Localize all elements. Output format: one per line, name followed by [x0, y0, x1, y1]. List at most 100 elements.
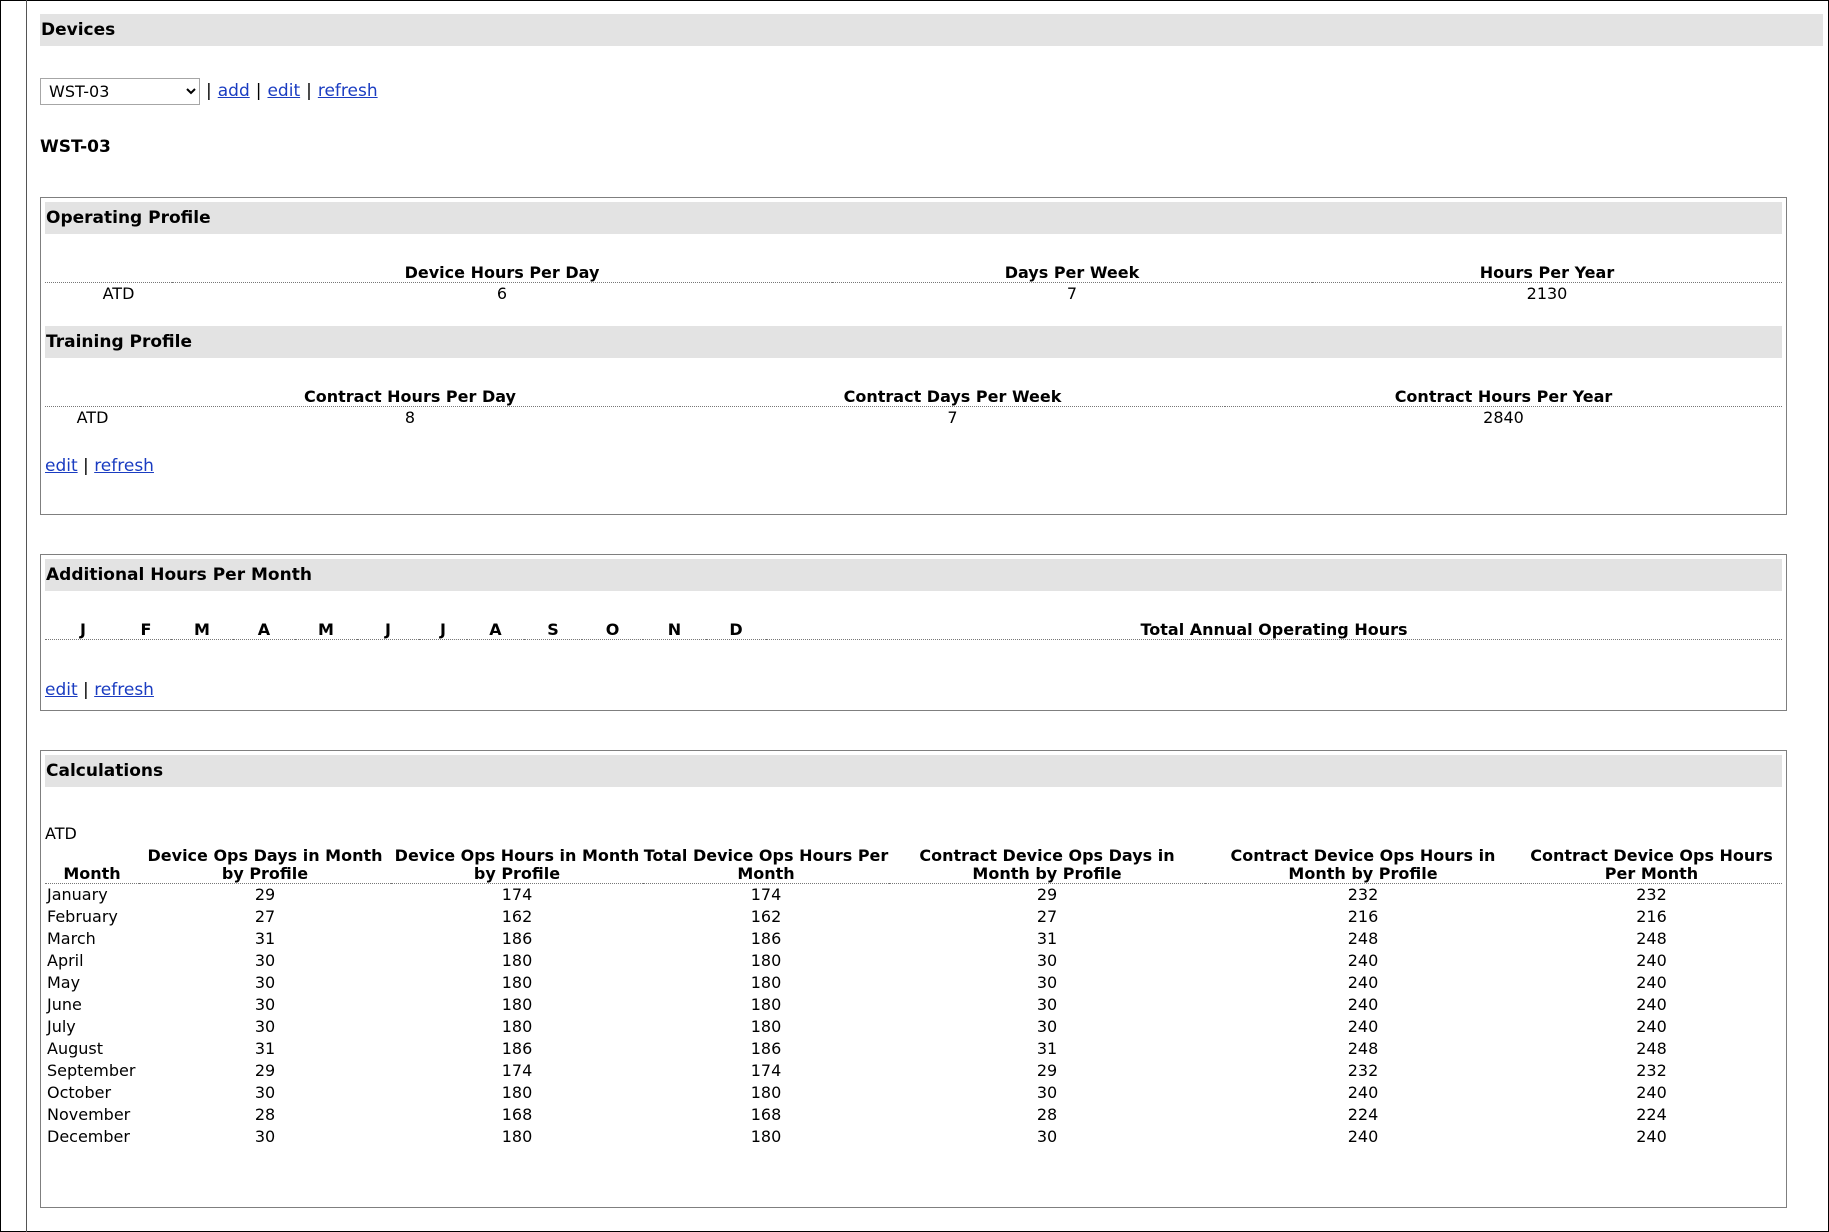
- value-cell: 30: [254, 951, 276, 970]
- month-cell: January: [47, 885, 108, 904]
- value-cell: 31: [1036, 929, 1058, 948]
- value-cell: 180: [750, 995, 782, 1014]
- value-cell: 168: [501, 1105, 533, 1124]
- operating-profile-header: Operating Profile: [45, 202, 1782, 234]
- calculations-header: Calculations: [45, 755, 1782, 787]
- value-cell: 186: [501, 929, 533, 948]
- value-cell: 30: [254, 973, 276, 992]
- value-cell: 174: [501, 885, 533, 904]
- calculations-title: Calculations: [46, 761, 164, 781]
- table-row: March 31 186 186 31 248 248: [45, 928, 1782, 950]
- refresh-additional-hours-link[interactable]: refresh: [94, 680, 154, 700]
- month-cell: September: [47, 1061, 136, 1080]
- value-cell: 174: [501, 1061, 533, 1080]
- value-cell: 174: [750, 885, 782, 904]
- devices-header: Devices: [40, 14, 1823, 46]
- column-header: Contract Device Ops Hours in Month by Pr…: [1205, 847, 1521, 884]
- table-cell: 7: [947, 408, 958, 427]
- value-cell: 216: [1347, 907, 1379, 926]
- table-row: January 29 174 174 29 232 232: [45, 884, 1782, 907]
- value-cell: 31: [1036, 1039, 1058, 1058]
- month-cell: June: [47, 995, 82, 1014]
- refresh-devices-link[interactable]: refresh: [318, 81, 378, 101]
- additional-hours-header: Additional Hours Per Month: [45, 559, 1782, 591]
- table-cell: 2840: [1483, 408, 1524, 427]
- value-cell: 240: [1347, 951, 1379, 970]
- column-header: Contract Hours Per Day: [140, 388, 680, 407]
- left-divider: [26, 0, 27, 1232]
- value-cell: 180: [750, 951, 782, 970]
- value-cell: 30: [1036, 1127, 1058, 1146]
- value-cell: 180: [501, 995, 533, 1014]
- value-cell: 240: [1636, 1083, 1667, 1102]
- month-header: S: [524, 621, 582, 640]
- value-cell: 232: [1347, 1061, 1379, 1080]
- edit-profile-link[interactable]: edit: [45, 456, 78, 476]
- additional-hours-title: Additional Hours Per Month: [46, 565, 312, 585]
- value-cell: 180: [750, 1083, 782, 1102]
- value-cell: 248: [1347, 929, 1379, 948]
- table-row: ATD 6 7 2130: [45, 283, 1782, 306]
- value-cell: 28: [254, 1105, 276, 1124]
- table-cell: 8: [404, 408, 416, 427]
- table-row: May 30 180 180 30 240 240: [45, 972, 1782, 994]
- value-cell: 27: [254, 907, 276, 926]
- main-content: Devices WST-03 | add | edit | refresh WS…: [40, 14, 1823, 1208]
- value-cell: 29: [1036, 1061, 1058, 1080]
- total-annual-header: Total Annual Operating Hours: [766, 621, 1782, 640]
- training-profile-table: Contract Hours Per Day Contract Days Per…: [45, 388, 1782, 429]
- table-row: April 30 180 180 30 240 240: [45, 950, 1782, 972]
- value-cell: 28: [1036, 1105, 1058, 1124]
- add-device-link[interactable]: add: [218, 81, 250, 101]
- value-cell: 180: [750, 1017, 782, 1036]
- value-cell: 240: [1636, 1127, 1667, 1146]
- column-header: Contract Days Per Week: [680, 388, 1225, 407]
- value-cell: 29: [254, 885, 276, 904]
- value-cell: 180: [750, 973, 782, 992]
- value-cell: 180: [501, 951, 533, 970]
- value-cell: 180: [501, 1017, 533, 1036]
- value-cell: 168: [750, 1105, 782, 1124]
- column-header: Contract Hours Per Year: [1225, 388, 1782, 407]
- column-header: Hours Per Year: [1312, 264, 1782, 283]
- month-cell: March: [47, 929, 96, 948]
- value-cell: 186: [750, 1039, 782, 1058]
- table-cell: 6: [496, 284, 508, 303]
- month-cell: April: [47, 951, 84, 970]
- edit-device-link[interactable]: edit: [267, 81, 300, 101]
- device-select[interactable]: WST-03: [40, 77, 200, 105]
- value-cell: 240: [1636, 973, 1667, 992]
- value-cell: 180: [750, 1127, 782, 1146]
- value-cell: 180: [501, 973, 533, 992]
- separator: |: [255, 81, 262, 101]
- month-header: O: [582, 621, 643, 640]
- value-cell: 240: [1347, 1127, 1379, 1146]
- month-header: A: [467, 621, 524, 640]
- calculations-table: Month Device Ops Days in Month by Profil…: [45, 847, 1782, 1148]
- separator: |: [83, 456, 95, 476]
- device-name-heading: WST-03: [40, 137, 111, 157]
- value-cell: 216: [1636, 907, 1667, 926]
- value-cell: 162: [501, 907, 533, 926]
- table-row: September 29 174 174 29 232 232: [45, 1060, 1782, 1082]
- table-cell: ATD: [76, 408, 109, 427]
- month-header: J: [45, 621, 121, 640]
- devices-title: Devices: [41, 20, 116, 40]
- table-cell: 2130: [1526, 284, 1568, 303]
- column-header: Days Per Week: [832, 264, 1312, 283]
- column-header: Contract Device Ops Hours Per Month: [1521, 847, 1782, 884]
- edit-additional-hours-link[interactable]: edit: [45, 680, 78, 700]
- refresh-profile-link[interactable]: refresh: [94, 456, 154, 476]
- training-profile-title: Training Profile: [46, 332, 193, 352]
- additional-hours-table: J F M A M J J A S O N D Total Annual Ope…: [45, 621, 1782, 640]
- value-cell: 31: [254, 929, 276, 948]
- value-cell: 30: [254, 1127, 276, 1146]
- column-header: Device Hours Per Day: [172, 264, 832, 283]
- value-cell: 224: [1636, 1105, 1667, 1124]
- value-cell: 240: [1636, 995, 1667, 1014]
- operating-profile-table: Device Hours Per Day Days Per Week Hours…: [45, 264, 1782, 305]
- month-header: F: [121, 621, 171, 640]
- separator: |: [306, 81, 312, 101]
- value-cell: 232: [1347, 885, 1379, 904]
- device-toolbar: WST-03 | add | edit | refresh: [40, 77, 1822, 105]
